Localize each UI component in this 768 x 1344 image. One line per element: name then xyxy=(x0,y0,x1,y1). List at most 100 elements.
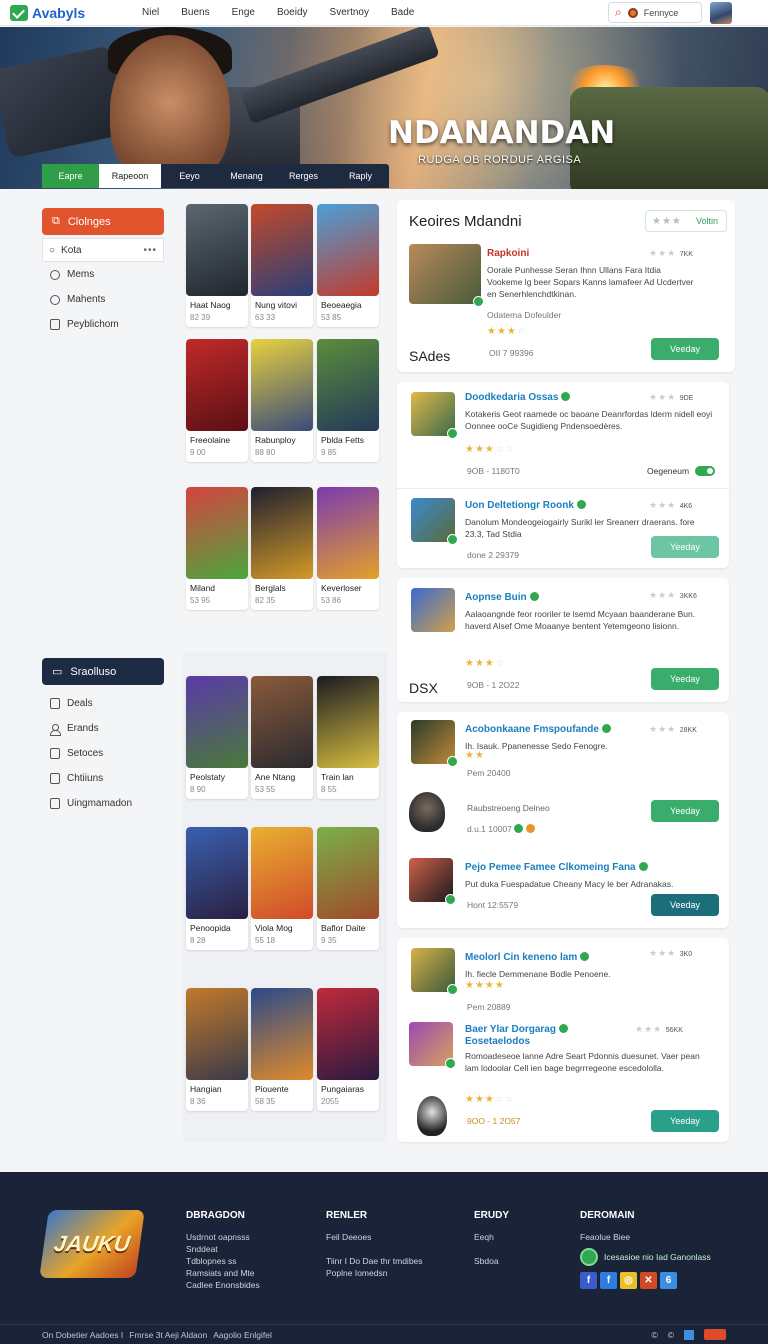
featured-thumb[interactable] xyxy=(409,244,484,307)
app-rating-num: 3KK6 xyxy=(679,593,697,600)
social-icon[interactable]: ✕ xyxy=(640,1272,657,1289)
nav-link[interactable]: Boeidy xyxy=(277,7,308,18)
app-name[interactable]: Pejo Pemee Famee Clkomeing Fana xyxy=(465,862,648,873)
game-card[interactable]: Penoopida 8 28 xyxy=(186,827,248,950)
footer-bottom-text[interactable]: Aagolio Enlgifel xyxy=(213,1330,272,1340)
game-card[interactable]: Train lan 8 55 xyxy=(317,676,379,799)
footer-link[interactable]: Poplne Iomedsn xyxy=(326,1267,423,1279)
app-icon[interactable] xyxy=(684,1329,694,1340)
flag-icon[interactable] xyxy=(704,1329,726,1340)
game-card[interactable]: Keverloser 53 86 xyxy=(317,487,379,610)
game-card[interactable]: Pungaiaras 2055 xyxy=(317,988,379,1111)
app-thumb[interactable] xyxy=(411,392,458,439)
game-card[interactable]: Pblda Fetts 9 85 xyxy=(317,339,379,462)
sidebar-item-mems[interactable]: Mems xyxy=(42,262,164,287)
user-avatar[interactable] xyxy=(710,2,732,24)
sidebar-primary-button[interactable]: ⧉ Clolnges xyxy=(42,208,164,235)
sidebar-item-uingmamadon[interactable]: Uingmamadon xyxy=(42,791,164,816)
app-thumb[interactable] xyxy=(411,948,458,995)
tab-eeyo[interactable]: Eeyo xyxy=(161,164,218,188)
tab-rerges[interactable]: Rerges xyxy=(275,164,332,188)
footer-link[interactable]: Feil Deeoes xyxy=(326,1231,423,1243)
sidebar-item-chtiiuns[interactable]: Chtiiuns xyxy=(42,766,164,791)
game-card[interactable]: Berglals 82 35 xyxy=(251,487,313,610)
game-card[interactable]: Nung vitovi 63 33 xyxy=(251,204,313,327)
app-name[interactable]: Baer Ylar Dorgarag xyxy=(465,1024,568,1035)
sidebar-item-setoces[interactable]: Setoces xyxy=(42,741,164,766)
app-thumb[interactable] xyxy=(411,498,458,545)
game-card[interactable]: Piouente 58 35 xyxy=(251,988,313,1111)
game-name: Keverloser xyxy=(321,583,362,593)
footer-link[interactable]: Sbdoa xyxy=(474,1255,509,1267)
app-name[interactable]: Acobonkaane Fmspoufande xyxy=(465,724,611,735)
app-button[interactable]: Yeeday xyxy=(651,536,719,558)
game-card[interactable]: Haat Naog 82 39 xyxy=(186,204,248,327)
app-thumb[interactable] xyxy=(411,588,455,632)
social-icon[interactable]: 6 xyxy=(660,1272,677,1289)
footer-badge[interactable]: Icesasioe nio Iad Ganonlass xyxy=(580,1248,714,1266)
app-thumb[interactable] xyxy=(409,1022,456,1069)
value-filter[interactable]: ★★★ Voltin xyxy=(645,210,727,232)
social-icon[interactable]: f xyxy=(600,1272,617,1289)
more-icon[interactable]: ••• xyxy=(143,245,157,256)
game-name: Piouente xyxy=(255,1084,289,1094)
game-card[interactable]: Viola Mog 55 18 xyxy=(251,827,313,950)
sidebar-search[interactable]: ○ Kota ••• xyxy=(42,238,164,262)
app-name[interactable]: Meolorl Cin keneno lam xyxy=(465,952,590,963)
nav-link[interactable]: Buens xyxy=(181,7,209,18)
footer-link[interactable]: Usdrnot oapnsss xyxy=(186,1231,260,1243)
search-box[interactable]: ⌕ Fennyce xyxy=(608,2,702,23)
footer-bottom-text[interactable]: Fmrse 3t Aeji Aldaon xyxy=(129,1330,207,1340)
game-card[interactable]: Peolstaty 8 90 xyxy=(186,676,248,799)
site-logo[interactable]: Avabyls xyxy=(10,4,130,21)
footer-link[interactable]: Eeqh xyxy=(474,1231,509,1243)
toggle-switch[interactable] xyxy=(695,466,715,476)
sidebar-item-peyblichom[interactable]: Peyblichom xyxy=(42,312,164,337)
app-name[interactable]: Aopnse Buin xyxy=(465,592,539,603)
app-button[interactable]: Yeeday xyxy=(651,800,719,822)
sidebar-secondary-button[interactable]: ▭ Sraolluso xyxy=(42,658,164,685)
box-icon xyxy=(50,773,60,784)
game-card[interactable]: Beoeaegia 53 85 xyxy=(317,204,379,327)
game-card[interactable]: Hangian 8 36 xyxy=(186,988,248,1111)
footer-link[interactable]: Tiinr I Do Dae thr tmdibes xyxy=(326,1255,423,1267)
app-button[interactable]: Yeeday xyxy=(651,1110,719,1132)
app-name[interactable]: Doodkedaria Ossas xyxy=(465,392,571,403)
circle-icon xyxy=(50,294,60,305)
sidebar-item-deals[interactable]: Deals xyxy=(42,691,164,716)
social-icon[interactable]: f xyxy=(580,1272,597,1289)
tab-raply[interactable]: Raply xyxy=(332,164,389,188)
app-button[interactable]: Veeday xyxy=(651,894,719,916)
edit-icon xyxy=(50,319,60,330)
sidebar-item-mahents[interactable]: Mahents xyxy=(42,287,164,312)
nav-link[interactable]: Bade xyxy=(391,7,414,18)
game-cover xyxy=(317,676,379,768)
game-card[interactable]: Miland 53 95 xyxy=(186,487,248,610)
tab-rapeoon[interactable]: Rapeoon xyxy=(99,164,161,188)
sidebar-item-label: Chtiiuns xyxy=(67,773,104,784)
tab-eapre[interactable]: Eapre xyxy=(42,164,99,188)
nav-link[interactable]: Svertnoy xyxy=(330,7,369,18)
game-card[interactable]: Baflor Daite 9 35 xyxy=(317,827,379,950)
featured-name[interactable]: Rapkoini xyxy=(487,248,529,259)
app-name[interactable]: Uon Deltetiongr Roonk xyxy=(465,500,586,511)
featured-button[interactable]: Veeday xyxy=(651,338,719,360)
search-text: Fennyce xyxy=(643,7,679,18)
footer-link[interactable]: Feaolue Biee xyxy=(580,1231,634,1243)
nav-link[interactable]: Enge xyxy=(232,7,255,18)
app-thumb[interactable] xyxy=(409,858,456,905)
footer-link[interactable]: Snddeat xyxy=(186,1243,260,1255)
footer-link[interactable]: Cadlee Enonsbides xyxy=(186,1279,260,1291)
app-thumb[interactable] xyxy=(411,720,458,767)
footer-link[interactable]: Ramsiats and Mte xyxy=(186,1267,260,1279)
game-card[interactable]: Ane Ntang 53 55 xyxy=(251,676,313,799)
game-card[interactable]: Rabunploy 88 80 xyxy=(251,339,313,462)
tab-menang[interactable]: Menang xyxy=(218,164,275,188)
footer-link[interactable]: Tdblopnes ss xyxy=(186,1255,260,1267)
app-button[interactable]: Yeeday xyxy=(651,668,719,690)
social-icon[interactable]: ◎ xyxy=(620,1272,637,1289)
nav-link[interactable]: Niel xyxy=(142,7,159,18)
footer-logo[interactable]: JAUKU xyxy=(39,1210,145,1278)
sidebar-item-erands[interactable]: Erands xyxy=(42,716,164,741)
game-card[interactable]: Freeolaine 9 00 xyxy=(186,339,248,462)
